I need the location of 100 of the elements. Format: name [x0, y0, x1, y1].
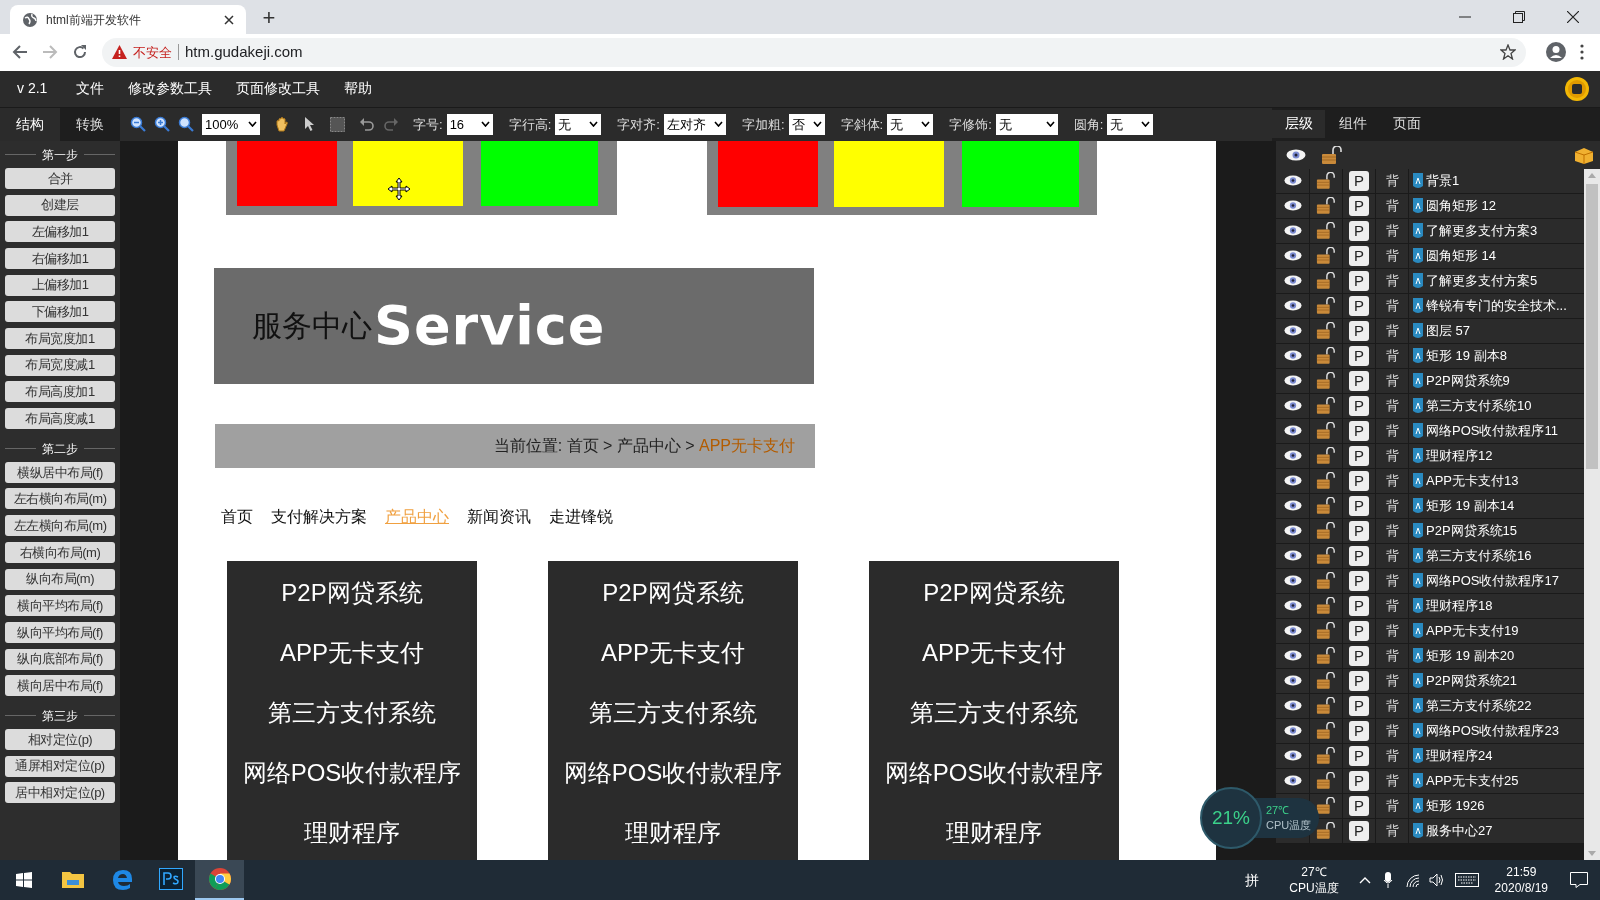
p-badge[interactable]: P: [1349, 745, 1369, 766]
layer-row[interactable]: P 背 了解更多支付方案5: [1276, 268, 1584, 294]
eye-icon[interactable]: [1283, 575, 1302, 587]
style-dropdown[interactable]: 无: [995, 113, 1058, 135]
action-button[interactable]: 创建层: [5, 194, 115, 216]
padlock-icon[interactable]: [1316, 772, 1336, 790]
layer-row[interactable]: P 背 锋锐有专门的安全技术...: [1276, 293, 1584, 319]
product-name[interactable]: 第三方支付系统: [589, 694, 757, 755]
p-badge[interactable]: P: [1349, 195, 1369, 216]
nav-link[interactable]: 首页: [221, 504, 253, 529]
layer-row[interactable]: P 背 矩形 19 副本8: [1276, 343, 1584, 369]
layer-mode[interactable]: 背: [1385, 721, 1399, 741]
eye-icon[interactable]: [1283, 325, 1302, 337]
menu-item[interactable]: 修改参数工具: [116, 78, 225, 100]
eye-icon[interactable]: [1283, 300, 1302, 312]
p-badge[interactable]: P: [1349, 520, 1369, 541]
layer-mode[interactable]: 背: [1385, 671, 1399, 691]
product-name[interactable]: P2P网贷系统: [923, 574, 1065, 635]
padlock-icon[interactable]: [1316, 222, 1336, 240]
padlock-icon[interactable]: [1316, 747, 1336, 765]
p-badge[interactable]: P: [1349, 420, 1369, 441]
action-button[interactable]: 纵向布局(m): [5, 568, 115, 590]
product-name[interactable]: 网络POS收付款程序: [563, 754, 783, 815]
style-dropdown[interactable]: 无: [555, 113, 602, 135]
eye-icon[interactable]: [1283, 600, 1302, 612]
address-bar[interactable]: 不安全 htm.gudakeji.com: [102, 37, 1526, 67]
padlock-icon[interactable]: [1316, 497, 1336, 515]
layer-mode[interactable]: 背: [1385, 446, 1399, 466]
layer-row[interactable]: P 背 理财程序12: [1276, 443, 1584, 469]
layer-row[interactable]: P 背 理财程序24: [1276, 743, 1584, 769]
reload-icon[interactable]: [72, 44, 88, 61]
padlock-icon[interactable]: [1316, 297, 1336, 315]
p-badge[interactable]: P: [1349, 395, 1369, 416]
padlock-icon[interactable]: [1316, 622, 1336, 640]
star-icon[interactable]: [1500, 44, 1516, 61]
padlock-icon[interactable]: [1316, 722, 1336, 740]
product-name[interactable]: 第三方支付系统: [268, 694, 436, 755]
layer-mode[interactable]: 背: [1385, 821, 1399, 841]
p-badge[interactable]: P: [1349, 220, 1369, 241]
eye-icon[interactable]: [1283, 625, 1302, 637]
eye-icon[interactable]: [1283, 500, 1302, 512]
eye-icon[interactable]: [1283, 425, 1302, 437]
layer-mode[interactable]: 背: [1385, 346, 1399, 366]
zoom-in-icon[interactable]: [154, 116, 170, 133]
layer-row[interactable]: P 背 P2P网贷系统21: [1276, 668, 1584, 694]
eye-icon[interactable]: [1283, 650, 1302, 662]
pointer-icon[interactable]: [304, 116, 316, 133]
action-button[interactable]: 上偏移加1: [5, 274, 115, 296]
product-name[interactable]: 网络POS收付款程序: [242, 754, 462, 815]
layer-mode[interactable]: 背: [1385, 746, 1399, 766]
eye-icon[interactable]: [1283, 225, 1302, 237]
eye-icon[interactable]: [1283, 725, 1302, 737]
padlock-icon[interactable]: [1316, 172, 1336, 190]
padlock-icon[interactable]: [1321, 145, 1343, 164]
eye-icon[interactable]: [1283, 675, 1302, 687]
layer-row[interactable]: P 背 理财程序18: [1276, 593, 1584, 619]
eye-icon[interactable]: [1283, 175, 1302, 187]
layer-row[interactable]: P 背 P2P网贷系统15: [1276, 518, 1584, 544]
layer-row[interactable]: P 背 矩形 19 副本20: [1276, 643, 1584, 669]
eye-icon[interactable]: [1283, 275, 1302, 287]
layer-mode[interactable]: 背: [1385, 521, 1399, 541]
action-button[interactable]: 通屏相对定位(p): [5, 755, 115, 777]
nav-link[interactable]: 新闻资讯: [467, 504, 531, 529]
layer-row[interactable]: P 背 第三方支付系统10: [1276, 393, 1584, 419]
box-icon[interactable]: [1574, 145, 1594, 164]
layer-mode[interactable]: 背: [1385, 796, 1399, 816]
sidebar-tab[interactable]: 结构: [0, 107, 60, 141]
marquee-icon[interactable]: [330, 116, 345, 132]
nav-link[interactable]: 走进锋锐: [549, 504, 613, 529]
taskbar-app[interactable]: [195, 860, 244, 900]
layer-row[interactable]: P 背 矩形 19 副本14: [1276, 493, 1584, 519]
layer-row[interactable]: P 背 网络POS收付款程序23: [1276, 718, 1584, 744]
eye-icon[interactable]: [1283, 400, 1302, 412]
action-button[interactable]: 横向平均布局(f): [5, 595, 115, 617]
redo-icon[interactable]: [383, 117, 399, 132]
padlock-icon[interactable]: [1316, 597, 1336, 615]
product-name[interactable]: 理财程序: [946, 814, 1042, 860]
layer-mode[interactable]: 背: [1385, 271, 1399, 291]
layer-row[interactable]: P 背 APP无卡支付13: [1276, 468, 1584, 494]
keyboard-icon[interactable]: [1454, 873, 1479, 887]
action-button[interactable]: 左右横向布局(m): [5, 488, 115, 510]
layer-row[interactable]: P 背 P2P网贷系统9: [1276, 368, 1584, 394]
eye-icon[interactable]: [1283, 550, 1302, 562]
p-badge[interactable]: P: [1349, 170, 1369, 191]
p-badge[interactable]: P: [1349, 495, 1369, 516]
layer-row[interactable]: P 背 图层 57: [1276, 318, 1584, 344]
style-dropdown[interactable]: 无: [1107, 113, 1154, 135]
menu-icon[interactable]: [1580, 44, 1584, 61]
p-badge[interactable]: P: [1349, 570, 1369, 591]
eye-icon[interactable]: [1283, 750, 1302, 762]
scrollbar[interactable]: [1584, 168, 1600, 860]
p-badge[interactable]: P: [1349, 620, 1369, 641]
layer-mode[interactable]: 背: [1385, 421, 1399, 441]
close-icon[interactable]: [224, 14, 234, 25]
menu-item[interactable]: 页面修改工具: [224, 78, 333, 100]
layer-mode[interactable]: 背: [1385, 296, 1399, 316]
p-badge[interactable]: P: [1349, 795, 1369, 816]
p-badge[interactable]: P: [1349, 770, 1369, 791]
p-badge[interactable]: P: [1349, 470, 1369, 491]
action-button[interactable]: 纵向平均布局(f): [5, 621, 115, 643]
